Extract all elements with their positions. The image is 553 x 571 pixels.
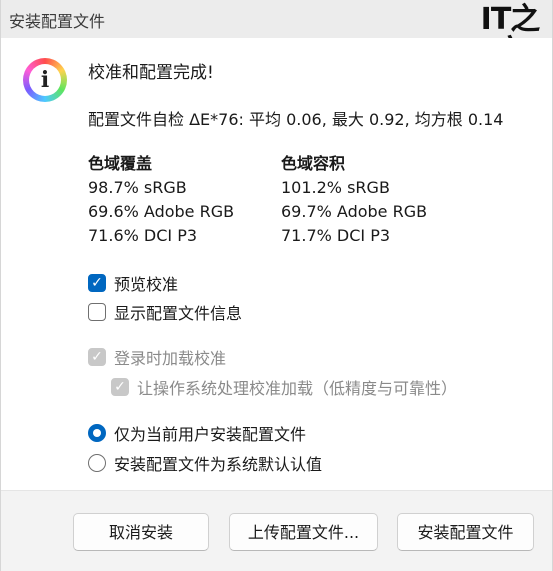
info-icon-glyph: i	[29, 64, 61, 96]
upload-profile-button[interactable]: 上传配置文件...	[229, 513, 378, 551]
load-on-login-checkbox[interactable]: ✓ 登录时加载校准	[88, 345, 226, 369]
install-profile-dialog: 安装配置文件 IT之家 www.ithome.com i 校准和配置完成! 配置…	[0, 0, 553, 571]
dialog-footer: 取消安装 上传配置文件... 安装配置文件	[1, 490, 552, 571]
volume-srgb: 101.2% sRGB	[281, 178, 390, 197]
coverage-dci-p3: 71.6% DCI P3	[88, 226, 198, 245]
window-title: 安装配置文件	[9, 12, 106, 31]
show-profile-info-label: 显示配置文件信息	[114, 304, 243, 323]
checkmark-icon: ✓	[88, 348, 106, 366]
volume-dci-p3: 71.7% DCI P3	[281, 226, 391, 245]
install-system-default-radio[interactable]: 安装配置文件为系统默认认值	[88, 451, 322, 475]
coverage-srgb: 98.7% sRGB	[88, 178, 187, 197]
radio-unselected-icon	[88, 454, 106, 472]
install-current-user-radio[interactable]: 仅为当前用户安装配置文件	[88, 421, 306, 445]
info-icon: i	[23, 58, 67, 102]
profile-selfcheck-text: 配置文件自检 ΔE*76: 平均 0.06, 最大 0.92, 均方根 0.14	[88, 110, 504, 129]
gamut-coverage-group: 色域覆盖 98.7% sRGB 69.6% Adobe RGB 71.6% DC…	[88, 152, 234, 248]
install-system-default-label: 安装配置文件为系统默认认值	[114, 455, 323, 474]
dialog-content: i 校准和配置完成! 配置文件自检 ΔE*76: 平均 0.06, 最大 0.9…	[1, 38, 552, 490]
volume-adobe-rgb: 69.7% Adobe RGB	[281, 202, 428, 221]
cancel-install-button[interactable]: 取消安装	[73, 513, 209, 551]
install-profile-button[interactable]: 安装配置文件	[397, 513, 534, 551]
gamut-coverage-header: 色域覆盖	[88, 154, 153, 173]
coverage-adobe-rgb: 69.6% Adobe RGB	[88, 202, 235, 221]
completion-heading: 校准和配置完成!	[88, 63, 214, 83]
load-on-login-label: 登录时加载校准	[114, 349, 227, 368]
preview-calibration-label: 预览校准	[114, 275, 179, 294]
checkbox-empty-icon	[88, 303, 106, 321]
gamut-volume-header: 色域容积	[281, 154, 346, 173]
gamut-volume-group: 色域容积 101.2% sRGB 69.7% Adobe RGB 71.7% D…	[281, 152, 427, 248]
install-current-user-label: 仅为当前用户安装配置文件	[114, 425, 307, 444]
checkmark-icon: ✓	[111, 378, 129, 396]
title-bar[interactable]: 安装配置文件 IT之家 www.ithome.com	[1, 0, 552, 77]
preview-calibration-checkbox[interactable]: ✓ 预览校准	[88, 271, 178, 295]
checkmark-icon: ✓	[88, 274, 106, 292]
radio-selected-icon	[88, 424, 106, 442]
show-profile-info-checkbox[interactable]: 显示配置文件信息	[88, 300, 242, 324]
os-handles-loading-label: 让操作系统处理校准加载（低精度与可靠性）	[137, 379, 458, 398]
os-handles-loading-checkbox[interactable]: ✓ 让操作系统处理校准加载（低精度与可靠性）	[111, 375, 457, 399]
